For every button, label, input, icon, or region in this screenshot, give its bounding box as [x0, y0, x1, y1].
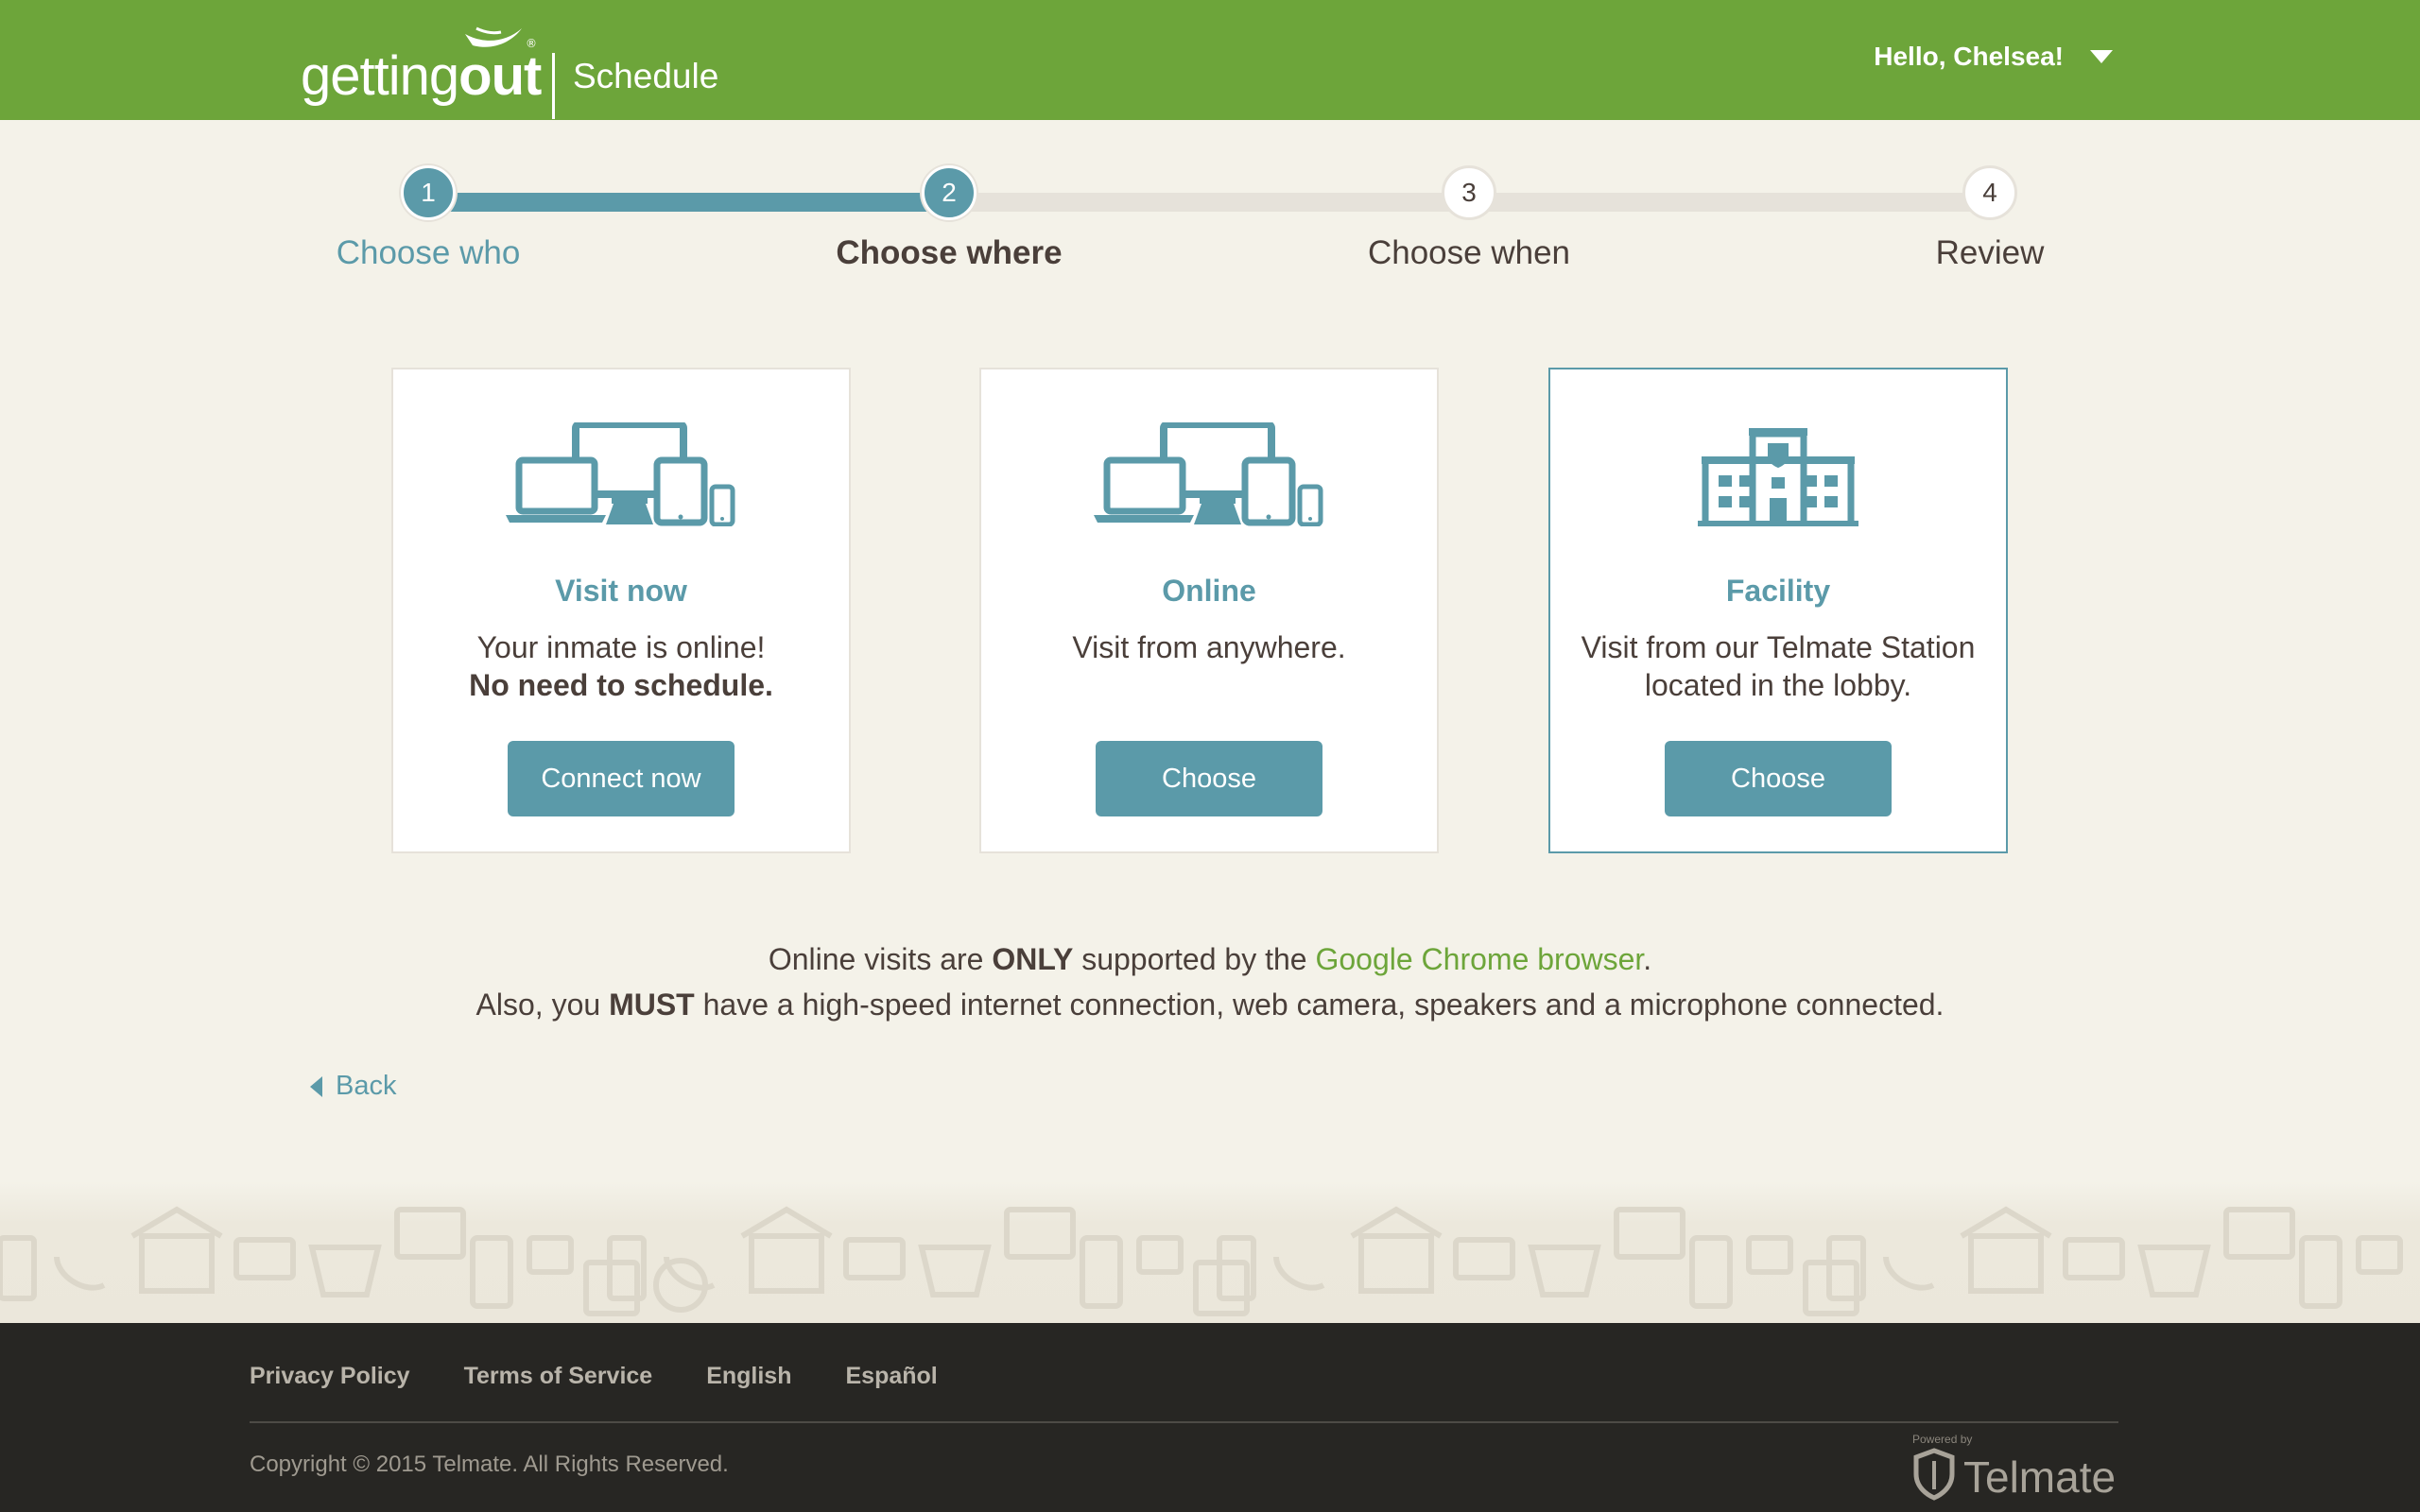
telmate-wordmark: Telmate	[1963, 1452, 2117, 1502]
user-menu[interactable]: Hello, Chelsea!	[1874, 42, 2113, 72]
pattern-icons	[0, 1206, 2403, 1316]
step-4-label: Review	[1935, 234, 2045, 271]
page-footer: Privacy Policy Terms of Service English …	[0, 1323, 2420, 1512]
building-icon	[1698, 428, 1858, 526]
chevron-down-icon	[2090, 50, 2113, 63]
requirements-notice: Also, you MUST have a high-speed interne…	[475, 988, 1945, 1022]
visit-now-card: Visit now Your inmate is online! No need…	[391, 368, 851, 853]
facility-card: Facility Visit from our Telmate Station …	[1548, 368, 2008, 853]
progress-stepper: 1 2 3 4 Choose who Choose where Choose w…	[0, 161, 2420, 293]
english-language-link[interactable]: English	[706, 1363, 791, 1390]
stepper-track-complete	[429, 193, 950, 212]
online-title: Online	[1162, 574, 1256, 608]
visit-now-title: Visit now	[555, 574, 687, 608]
copyright-text: Copyright © 2015 Telmate. All Rights Res…	[250, 1452, 729, 1477]
step-1-label[interactable]: Choose who	[337, 234, 521, 272]
chevron-left-icon	[310, 1075, 322, 1097]
spanish-language-link[interactable]: Español	[846, 1363, 938, 1390]
footer-links: Privacy Policy Terms of Service English …	[250, 1363, 938, 1390]
step-2-label: Choose where	[836, 234, 1063, 271]
step-3-label: Choose when	[1367, 234, 1571, 271]
connect-now-button[interactable]: Connect now	[508, 741, 735, 816]
visit-now-description: Your inmate is online!	[476, 630, 766, 664]
user-greeting: Hello, Chelsea!	[1874, 42, 2064, 71]
visit-now-emphasis: No need to schedule.	[469, 668, 773, 702]
browser-notice: Online visits are ONLY supported by the …	[768, 942, 1652, 976]
devices-icon	[506, 422, 735, 526]
back-link[interactable]: Back	[310, 1071, 396, 1102]
footer-divider	[250, 1421, 2118, 1423]
step-2-circle: 2	[922, 165, 977, 220]
logo-divider	[552, 53, 555, 119]
shield-icon	[1913, 1448, 1955, 1501]
step-1-circle[interactable]: 1	[401, 165, 456, 220]
decorative-pattern	[0, 1181, 2420, 1323]
product-name: Schedule	[573, 57, 719, 95]
privacy-policy-link[interactable]: Privacy Policy	[250, 1363, 410, 1390]
online-description: Visit from anywhere.	[1072, 630, 1346, 664]
facility-title: Facility	[1725, 574, 1831, 608]
powered-by-text: Powered by	[1912, 1433, 1973, 1446]
choose-online-button[interactable]: Choose	[1096, 741, 1322, 816]
svg-text:®: ®	[526, 37, 537, 50]
choose-facility-button[interactable]: Choose	[1665, 741, 1892, 816]
google-chrome-link[interactable]: Google Chrome browser	[1315, 942, 1643, 976]
online-card: Online Visit from anywhere. Choose	[979, 368, 1439, 853]
facility-description: Visit from our Telmate Station located i…	[1581, 630, 1976, 702]
top-header: gettingout ® Schedule Hello, Chelsea!	[0, 0, 2420, 120]
terms-of-service-link[interactable]: Terms of Service	[464, 1363, 653, 1390]
step-3-circle: 3	[1442, 165, 1496, 220]
telmate-logo: Powered by Telmate	[1905, 1433, 2118, 1502]
devices-icon	[1094, 422, 1323, 526]
back-label: Back	[336, 1071, 397, 1101]
logo-swoosh-icon: ®	[465, 26, 537, 50]
step-4-circle: 4	[1962, 165, 2017, 220]
